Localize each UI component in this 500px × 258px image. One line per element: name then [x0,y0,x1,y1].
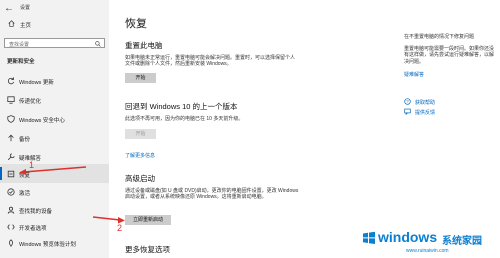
sidebar-item-label: 激活 [19,190,31,197]
watermark-domain: www.ruinaiwin.com [406,248,449,254]
windows-logo-icon [363,231,375,244]
search-placeholder: 查找设置 [9,41,30,48]
back-button[interactable]: ← [4,3,14,14]
reset-heading: 重置此电脑 [125,41,163,50]
delivery-icon [7,96,15,104]
page-title: 恢复 [125,18,147,30]
recovery-icon [7,170,15,178]
step-1-arrow [19,166,87,175]
active-indicator [0,167,2,180]
step-2-arrow [92,216,125,224]
advanced-startup-heading: 高级启动 [125,174,155,183]
sidebar-item-activation[interactable]: 激活 [0,182,109,201]
learn-more-link[interactable]: 了解更多信息 [125,152,155,159]
reset-start-button[interactable]: 开始 [125,73,156,83]
sidebar-item-label: 备份 [19,136,31,143]
section-label: 更新和安全 [7,59,35,65]
developer-icon [7,224,15,230]
window-title: 设置 [20,5,31,11]
restart-now-button[interactable]: 立即重新启动 [125,215,171,225]
refresh-icon [7,77,15,85]
more-recovery-heading: 更多恢复选项 [125,245,170,254]
get-help-link[interactable]: 获取帮助 [415,99,435,106]
insider-icon [9,239,13,247]
search-icon [95,40,101,47]
rollback-start-button[interactable]: 开始 [125,129,156,139]
sidebar-item-label: Windows 安全中心 [19,117,65,124]
sidebar-item-label: Windows 更新 [19,79,54,86]
troubleshoot-link[interactable]: 疑难解答 [404,71,424,78]
person-pin-icon [7,206,15,214]
help-icon: ? [404,98,411,105]
sidebar-item-security[interactable]: Windows 安全中心 [0,109,109,128]
wrench-icon [7,153,15,161]
watermark-site: 系统家园 [442,236,482,247]
sidebar-item-label: Windows 预览体验计划 [19,241,76,248]
svg-text:?: ? [406,99,409,104]
check-circle-icon [7,188,15,196]
sidebar-item-windows-update[interactable]: Windows 更新 [0,71,109,90]
home-icon [8,20,15,27]
reset-description: 如果电脑未正常运行，重置电脑可能会解决问题。重置时，可以选择保留个人文件或删除个… [125,55,296,68]
sidebar-item-label: 开发者选项 [19,225,47,232]
sidebar-item-label: 查找我的设备 [19,208,53,215]
sidebar-item-insider[interactable]: Windows 预览体验计划 [0,233,109,252]
backup-icon [8,134,14,142]
feedback-link[interactable]: 提供反馈 [415,109,435,116]
watermark: windows 系统家园 www.ruinaiwin.com [360,223,500,258]
sidebar-item-delivery[interactable]: 传递优化 [0,90,109,109]
rollback-description: 此选项不再可用，因为你的电脑已在 10 多天前升级。 [125,116,244,122]
right-description: 重置电脑可能需要一段时间。如果你还没有这样做，请先尝试运行疑难解答，以解决问题。 [404,46,495,65]
sidebar-item-label: 传递优化 [19,98,42,105]
advanced-startup-description: 通过设备或磁盘(如 U 盘或 DVD)启动，更改你的电脑固件设置，更改 Wind… [125,188,299,201]
shield-icon [7,115,15,123]
home-nav-item[interactable] [0,18,109,30]
watermark-brand: windows [378,229,438,245]
rollback-heading: 回退到 Windows 10 的上一个版本 [125,102,238,111]
home-label: 主页 [20,23,32,29]
feedback-icon [404,108,411,115]
search-input[interactable]: 查找设置 [4,38,105,48]
sidebar-item-backup[interactable]: 备份 [0,128,109,147]
right-title: 在不重置电脑的情况下修复问题 [404,34,475,40]
